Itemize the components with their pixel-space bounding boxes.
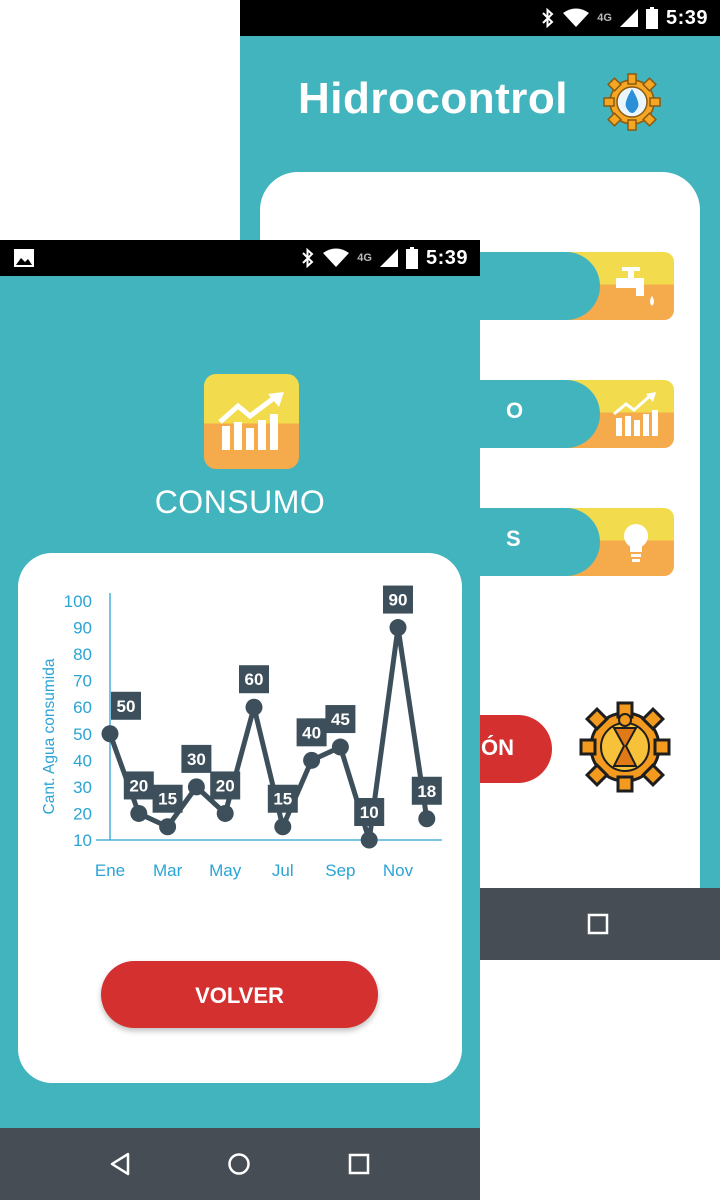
network-type: 4G — [357, 252, 372, 264]
screen-title: CONSUMO — [154, 484, 326, 520]
wifi-icon — [563, 8, 590, 27]
consumo-chart-icon — [204, 374, 299, 469]
water-gear-logo-icon — [603, 73, 661, 131]
x-tick-label: Nov — [383, 861, 414, 880]
bluetooth-icon — [302, 248, 314, 268]
x-tick-label: Mar — [153, 861, 183, 880]
data-label: 10 — [360, 803, 379, 822]
status-bar: 4G 5:39 — [0, 240, 480, 276]
battery-icon — [405, 247, 418, 269]
network-type: 4G — [597, 12, 612, 24]
data-label: 90 — [389, 591, 408, 610]
y-tick-label: 40 — [73, 751, 92, 770]
navigation-bar — [0, 1128, 480, 1200]
back-icon[interactable] — [104, 1148, 136, 1180]
data-point — [130, 804, 148, 822]
lightbulb-icon — [624, 524, 648, 562]
consumo-screen: 4G 5:39 CONSUMO 10 20 30 40 50 60 70 80 90 100 Ene… — [0, 240, 480, 1200]
signal-icon — [619, 9, 638, 27]
gear-logo-icon — [579, 701, 671, 793]
data-label: 30 — [187, 750, 206, 769]
data-point — [274, 818, 292, 836]
data-point — [418, 810, 436, 828]
data-point — [331, 738, 349, 756]
data-point — [303, 751, 321, 769]
recents-icon[interactable] — [582, 908, 614, 940]
app-title: Hidrocontrol — [298, 74, 568, 123]
data-label: 18 — [417, 782, 436, 801]
bluetooth-icon — [542, 8, 554, 28]
volver-button[interactable]: VOLVER — [101, 961, 378, 1028]
signal-icon — [379, 249, 398, 267]
data-point — [245, 698, 263, 716]
consumption-line-chart: 10 20 30 40 50 60 70 80 90 100 Ene Mar May Jul Sep Nov C… — [41, 585, 442, 880]
x-tick-label: Jul — [272, 861, 294, 880]
data-point — [389, 619, 407, 637]
wifi-icon — [323, 248, 350, 267]
x-tick-label: Sep — [325, 861, 355, 880]
home-icon[interactable] — [223, 1148, 255, 1180]
clock: 5:39 — [665, 6, 708, 29]
data-label: 15 — [273, 790, 292, 809]
y-tick-label: 30 — [73, 778, 92, 797]
y-axis-title: Cant. Agua consumida — [41, 658, 58, 814]
y-tick-label: 100 — [64, 592, 92, 611]
data-label: 20 — [216, 776, 235, 795]
y-tick-label: 20 — [73, 804, 92, 823]
battery-icon — [645, 7, 658, 29]
image-notification-icon — [14, 249, 34, 267]
y-tick-label: 60 — [73, 698, 92, 717]
x-tick-label: Ene — [95, 861, 125, 880]
data-label: 60 — [245, 670, 264, 689]
status-bar: 4G 5:39 — [240, 0, 720, 36]
y-tick-label: 90 — [73, 619, 92, 638]
data-point — [187, 778, 205, 796]
data-point — [360, 831, 378, 849]
data-label: 15 — [158, 790, 177, 809]
data-label: 45 — [331, 710, 350, 729]
y-tick-label: 50 — [73, 725, 92, 744]
x-tick-label: May — [209, 861, 242, 880]
recents-icon[interactable] — [343, 1148, 375, 1180]
clock: 5:39 — [425, 246, 468, 269]
data-point — [159, 818, 177, 836]
exit-button-label: ÓN — [481, 735, 514, 760]
data-point — [216, 804, 234, 822]
data-label: 40 — [302, 723, 321, 742]
y-tick-label: 70 — [73, 672, 92, 691]
faucet-icon — [616, 267, 654, 306]
data-label: 50 — [117, 697, 136, 716]
menu-item-2-label: O — [506, 398, 524, 423]
data-point — [101, 725, 119, 743]
menu-item-3-label: S — [506, 526, 521, 551]
y-tick-label: 10 — [73, 831, 92, 850]
data-label: 20 — [129, 776, 148, 795]
y-tick-label: 80 — [73, 645, 92, 664]
chart-icon — [613, 392, 658, 436]
chart-card: 10 20 30 40 50 60 70 80 90 100 Ene Mar May Jul Sep Nov C… — [18, 553, 462, 1083]
